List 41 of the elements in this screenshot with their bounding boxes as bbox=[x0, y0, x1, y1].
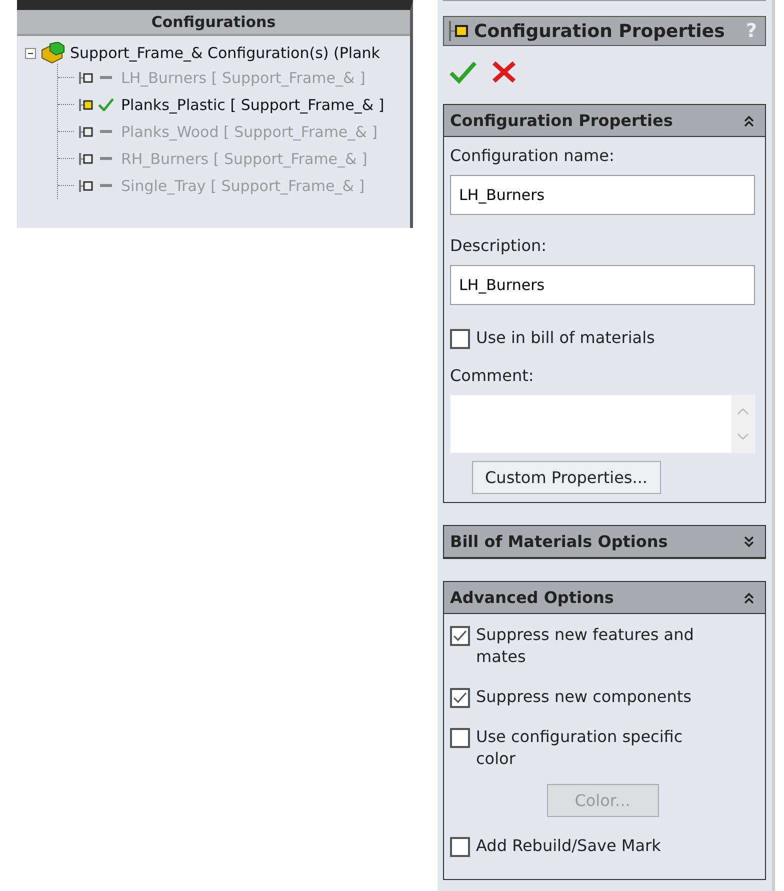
section-title: Configuration Properties bbox=[450, 111, 673, 130]
scrollbar[interactable] bbox=[731, 395, 755, 453]
checkbox-label: Use configuration specific color bbox=[476, 726, 684, 770]
collapse-icon[interactable] bbox=[743, 114, 755, 126]
checkbox-label: Add Rebuild/Save Mark bbox=[476, 835, 661, 857]
assembly-icon bbox=[40, 42, 66, 64]
configuration-icon bbox=[448, 20, 470, 42]
section-header[interactable]: Advanced Options bbox=[444, 582, 765, 614]
configuration-icon bbox=[79, 72, 93, 84]
cancel-button[interactable] bbox=[491, 60, 517, 84]
field-label: Configuration name: bbox=[450, 146, 616, 165]
configuration-icon bbox=[79, 152, 93, 164]
checkbox[interactable] bbox=[450, 728, 470, 748]
section-header[interactable]: Bill of Materials Options bbox=[444, 526, 765, 558]
ok-button[interactable] bbox=[449, 60, 477, 84]
checkbox-label: Use in bill of materials bbox=[476, 327, 655, 349]
configuration-icon bbox=[79, 126, 93, 138]
section-header[interactable]: Configuration Properties bbox=[444, 105, 765, 137]
field-label: Description: bbox=[450, 236, 548, 255]
panel-title: Configurations bbox=[17, 10, 410, 36]
collapse-icon[interactable] bbox=[25, 48, 36, 58]
expand-icon[interactable] bbox=[743, 536, 755, 548]
name-field[interactable]: LH_Burners bbox=[450, 175, 755, 215]
tree-item[interactable]: Planks_Plastic [ Support_Frame_& ] bbox=[121, 96, 384, 114]
panel-title: Configuration Properties bbox=[474, 20, 726, 42]
section-title: Bill of Materials Options bbox=[450, 532, 668, 551]
comment-field[interactable] bbox=[450, 395, 755, 453]
checkbox[interactable] bbox=[450, 688, 470, 708]
section-title: Advanced Options bbox=[450, 588, 614, 607]
tree-item[interactable]: Support_Frame_& Configuration(s) (Plank bbox=[70, 44, 380, 62]
checkbox[interactable] bbox=[450, 837, 470, 857]
configuration-icon bbox=[79, 180, 93, 192]
checkbox[interactable] bbox=[450, 329, 470, 349]
checkbox-label: Suppress new features and mates bbox=[476, 624, 695, 668]
custom-properties-button[interactable]: Custom Properties... bbox=[472, 461, 660, 494]
collapse-icon[interactable] bbox=[743, 592, 755, 604]
field-label: Comment: bbox=[450, 366, 535, 385]
checkbox-label: Suppress new components bbox=[476, 686, 692, 708]
checkbox[interactable] bbox=[450, 626, 470, 646]
configuration-icon bbox=[79, 98, 93, 110]
description-field[interactable]: LH_Burners bbox=[450, 265, 755, 305]
